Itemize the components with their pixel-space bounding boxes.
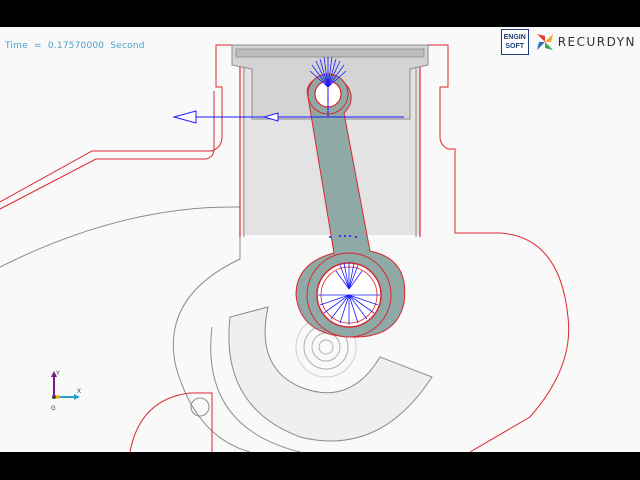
crankcase-inner-outline — [0, 91, 215, 210]
crank-gear-core — [318, 339, 334, 355]
axis-y-label: Y — [56, 371, 60, 377]
crank-gear-inner — [311, 332, 341, 362]
axis-z-label: G — [51, 406, 56, 412]
housing-lower-outline — [129, 392, 213, 452]
piston-ring — [235, 48, 425, 58]
simulation-viewport[interactable]: Time = 0.17570000 Second ENGIN SOFT RECU… — [0, 27, 640, 452]
mount-hole — [190, 397, 210, 417]
engine-model — [0, 44, 570, 452]
coordinate-axes-icon: Y X G — [51, 371, 81, 412]
axis-x-label: X — [77, 389, 81, 395]
